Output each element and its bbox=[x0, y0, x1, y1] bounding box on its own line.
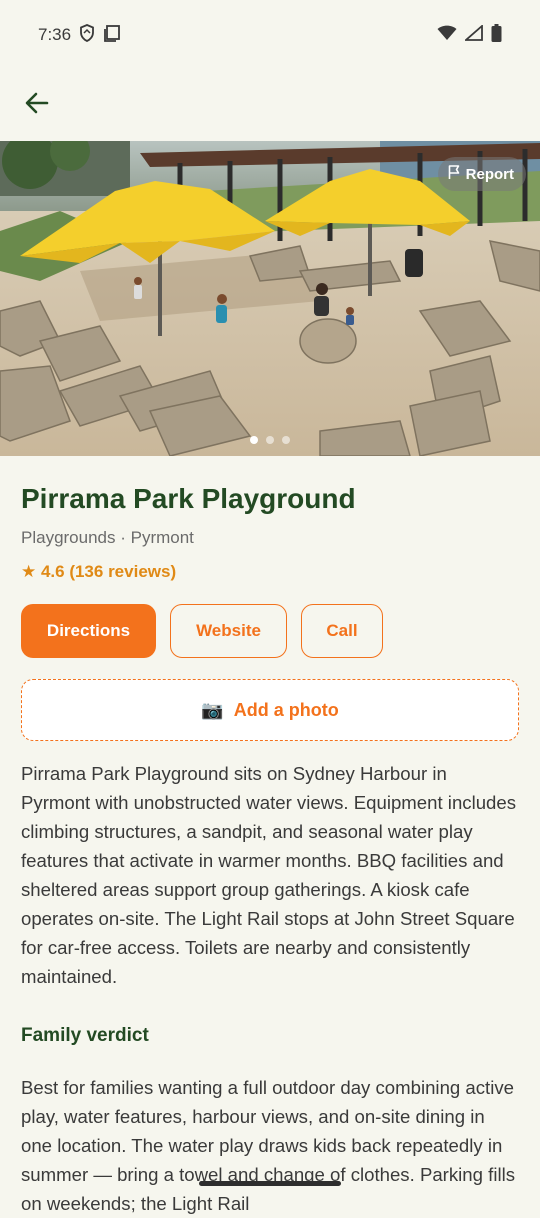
place-category: Playgrounds · Pyrmont bbox=[21, 528, 194, 547]
report-label: Report bbox=[465, 165, 514, 183]
place-title: Pirrama Park Playground bbox=[21, 483, 356, 514]
call-button[interactable]: Call bbox=[301, 604, 383, 658]
website-button[interactable]: Website bbox=[170, 604, 287, 658]
directions-button[interactable]: Directions bbox=[21, 604, 156, 658]
report-button[interactable]: Report bbox=[437, 157, 526, 191]
app-bar bbox=[0, 70, 540, 140]
arrow-back-icon bbox=[24, 90, 50, 121]
carousel-dot[interactable] bbox=[250, 436, 258, 444]
wifi-icon bbox=[437, 25, 457, 46]
flag-icon bbox=[448, 165, 460, 183]
home-indicator[interactable] bbox=[199, 1181, 341, 1186]
carousel-indicator bbox=[0, 436, 540, 444]
camera-icon: 📷 bbox=[201, 699, 224, 720]
status-time: 7:36 bbox=[38, 25, 72, 44]
carousel-dot[interactable] bbox=[266, 436, 274, 444]
verdict-text: Best for families wanting a full outdoor… bbox=[21, 1077, 516, 1214]
action-row: Directions Website Call bbox=[21, 604, 519, 658]
hero-photo-carousel[interactable]: Report bbox=[0, 141, 540, 456]
add-photo-label: Add a photo bbox=[233, 699, 339, 720]
shield-icon bbox=[79, 23, 95, 47]
add-photo-button[interactable]: 📷 Add a photo bbox=[21, 679, 519, 741]
screen-icon bbox=[103, 24, 121, 47]
battery-icon bbox=[491, 23, 502, 47]
carousel-dot[interactable] bbox=[282, 436, 290, 444]
verdict-heading: Family verdict bbox=[21, 1025, 149, 1046]
status-bar: 7:36 bbox=[0, 0, 540, 70]
signal-icon bbox=[463, 23, 483, 46]
place-description: Pirrama Park Playground sits on Sydney H… bbox=[21, 763, 517, 987]
rating-summary[interactable]: ★ 4.6 (136 reviews) bbox=[21, 562, 519, 582]
back-button[interactable] bbox=[18, 86, 56, 124]
place-details: Pirrama Park Playground Playgrounds · Py… bbox=[0, 456, 540, 1218]
